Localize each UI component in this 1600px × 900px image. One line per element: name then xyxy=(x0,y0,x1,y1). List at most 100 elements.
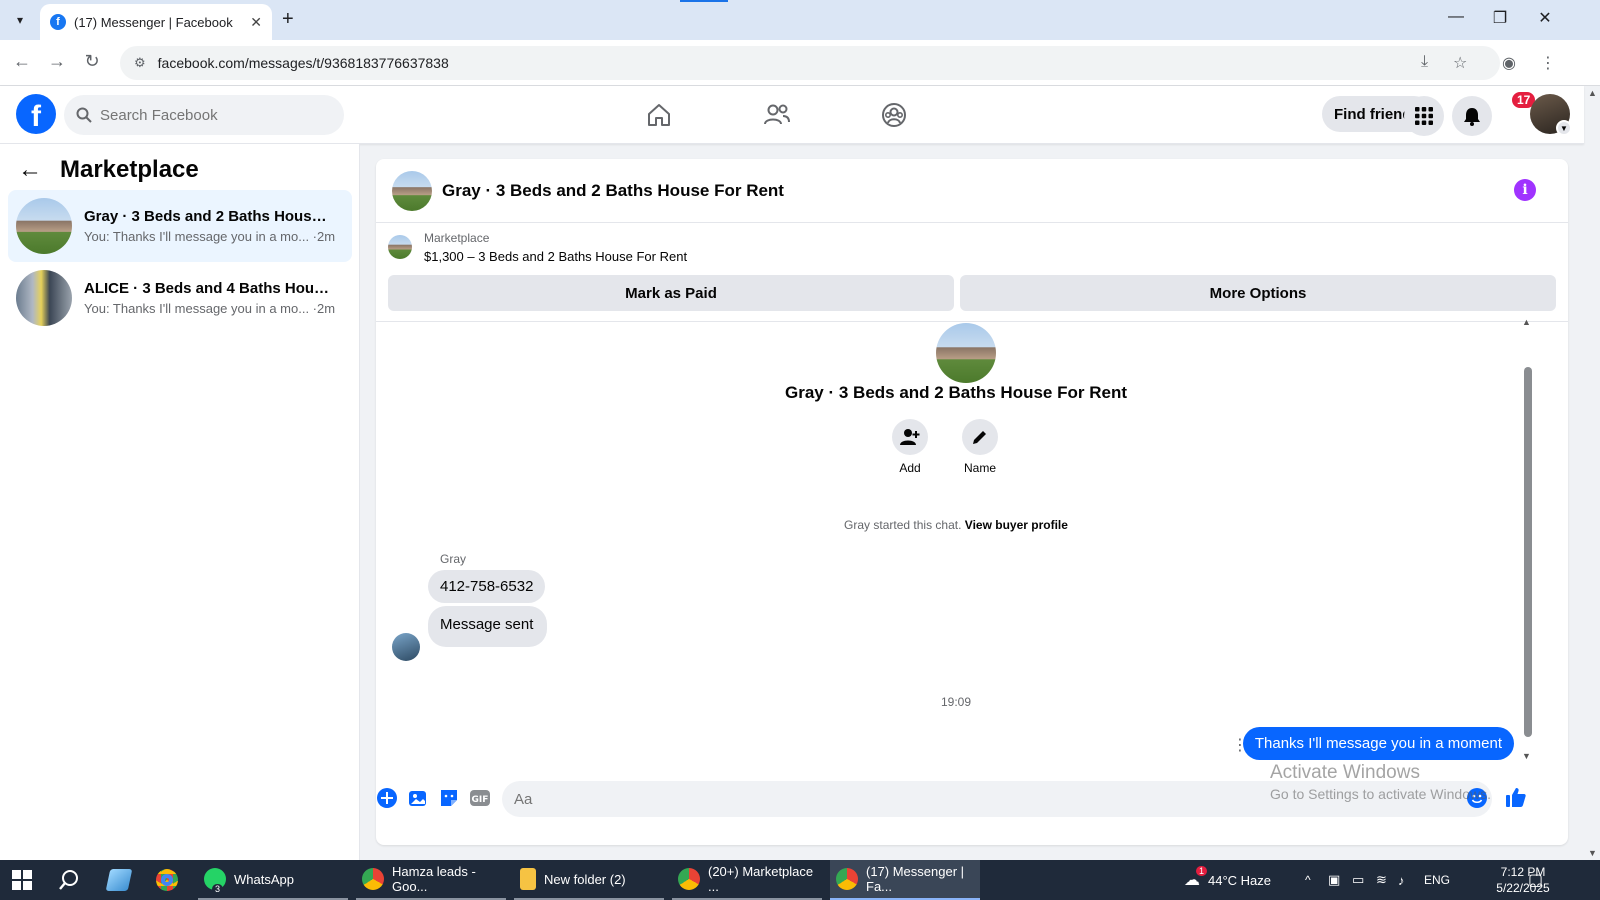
chat-title[interactable]: Gray · 3 Beds and 2 Baths House For Rent xyxy=(442,181,784,201)
notifications-bell-icon[interactable] xyxy=(1452,96,1492,136)
taskbar-clock[interactable]: 7:12 PM 5/22/2025 xyxy=(1478,864,1568,896)
minimize-icon[interactable]: — xyxy=(1444,8,1468,26)
gif-icon[interactable]: GIF xyxy=(469,787,491,809)
omnibox[interactable]: ⚙ facebook.com/messages/t/93681837766378… xyxy=(120,46,1500,80)
marketplace-listing-bar: Marketplace $1,300 – 3 Beds and 2 Baths … xyxy=(388,231,1556,317)
message-input[interactable] xyxy=(502,781,1492,817)
conversation-item[interactable]: Gray · 3 Beds and 2 Baths House F... You… xyxy=(8,190,352,262)
pencil-icon xyxy=(973,431,986,444)
taskbar-hamza-leads[interactable]: Hamza leads - Goo... xyxy=(356,860,506,900)
chrome-icon xyxy=(678,868,700,890)
profile-name: Gray · 3 Beds and 2 Baths House For Rent xyxy=(785,383,1127,402)
page-scroll-down-arrow-icon[interactable]: ▼ xyxy=(1588,848,1597,858)
sender-name: Gray xyxy=(440,552,467,566)
facebook-header: f Find friends 17 ▼ xyxy=(0,86,1584,144)
back-arrow-icon[interactable]: ← xyxy=(18,156,42,184)
mark-as-paid-button[interactable]: Mark as Paid xyxy=(388,275,954,311)
taskbar-marketplace[interactable]: (20+) Marketplace ... xyxy=(672,860,822,900)
meet-icon[interactable]: ▣ xyxy=(1328,860,1340,900)
taskbar-label: Hamza leads - Goo... xyxy=(392,864,476,894)
conversation-item[interactable]: ALICE · 3 Beds and 4 Baths House ... You… xyxy=(8,262,352,334)
groups-icon[interactable] xyxy=(879,100,909,130)
view-buyer-profile-link[interactable]: View buyer profile xyxy=(965,518,1068,532)
windows-start-icon[interactable] xyxy=(12,860,32,900)
search-icon[interactable] xyxy=(58,860,80,900)
restore-icon[interactable]: ❐ xyxy=(1488,8,1512,28)
site-settings-icon[interactable]: ⚙ xyxy=(134,55,146,71)
edit-name-button[interactable]: Name xyxy=(950,419,1010,475)
weather-widget[interactable]: ☁ 1 44°C Haze xyxy=(1184,860,1271,900)
chat-header: Gray · 3 Beds and 2 Baths House For Rent… xyxy=(376,159,1568,223)
sidebar-header: ← Marketplace xyxy=(18,156,199,184)
profile-icon[interactable]: ◉ xyxy=(1502,53,1516,73)
taskbar-new-folder[interactable]: New folder (2) xyxy=(514,860,664,900)
url-text[interactable]: facebook.com/messages/t/9368183776637838 xyxy=(158,55,449,71)
chrome-icon xyxy=(362,868,384,890)
page-scroll-up-arrow-icon[interactable]: ▲ xyxy=(1588,88,1597,98)
tab-close-icon[interactable]: ✕ xyxy=(250,14,262,31)
message-bubble-incoming[interactable]: Message sent xyxy=(428,606,548,647)
chat-scrollbar[interactable] xyxy=(1524,367,1532,737)
install-app-icon[interactable]: ⤓ xyxy=(1421,53,1428,71)
listing-price[interactable]: $1,300 – 3 Beds and 2 Baths House For Re… xyxy=(424,249,687,264)
chat-scroll-up-icon[interactable]: ▲ xyxy=(1522,317,1531,327)
listing-thumbnail xyxy=(16,198,72,254)
tab-search-chevron-icon[interactable]: ▾ xyxy=(8,8,32,32)
taskbar-whatsapp[interactable]: WhatsApp 3 xyxy=(198,860,348,900)
emoji-icon[interactable] xyxy=(1466,787,1488,809)
thumbs-up-icon[interactable] xyxy=(1505,786,1527,808)
clock-time: 7:12 PM xyxy=(1500,865,1546,879)
wifi-icon[interactable]: ≋ xyxy=(1376,860,1387,900)
clock-date: 5/22/2025 xyxy=(1496,881,1550,895)
back-arrow-icon[interactable]: ← xyxy=(10,51,34,72)
listing-thumbnail xyxy=(388,235,412,259)
facebook-logo-icon[interactable]: f xyxy=(16,94,56,134)
browser-menu-icon[interactable]: ⋮ xyxy=(1540,53,1556,73)
taskbar-label: WhatsApp xyxy=(234,871,294,887)
listing-label: Marketplace xyxy=(424,231,490,245)
chat-started-notice: Gray started this chat. View buyer profi… xyxy=(376,518,1536,532)
sender-avatar[interactable] xyxy=(392,633,420,661)
reload-icon[interactable]: ↻ xyxy=(80,51,104,72)
notification-center-icon[interactable]: ▢ xyxy=(1528,860,1543,900)
folder-icon xyxy=(520,868,536,890)
home-icon[interactable] xyxy=(644,100,674,130)
tab-title: (17) Messenger | Facebook xyxy=(74,14,233,30)
sticker-icon[interactable] xyxy=(438,787,460,809)
tray-chevron-up-icon[interactable]: ^ xyxy=(1305,860,1311,900)
chrome-icon xyxy=(836,868,858,890)
volume-icon[interactable]: ♪ xyxy=(1398,860,1405,900)
info-icon[interactable]: i xyxy=(1514,179,1536,201)
message-bubble-incoming[interactable]: 412-758-6532 xyxy=(428,570,546,603)
browser-address-bar: ← → ↻ ⚙ facebook.com/messages/t/93681837… xyxy=(0,40,1600,86)
window-close-icon[interactable]: ✕ xyxy=(1533,8,1557,28)
add-person-button[interactable]: Add xyxy=(880,419,940,475)
facebook-search[interactable] xyxy=(64,95,344,135)
forward-arrow-icon[interactable]: → xyxy=(45,51,69,72)
tab-drag-accent xyxy=(680,0,728,2)
language-indicator[interactable]: ENG xyxy=(1424,860,1450,900)
photo-icon[interactable] xyxy=(407,787,429,809)
conversation-name: Gray · 3 Beds and 2 Baths House F... xyxy=(84,208,334,225)
menu-grid-icon[interactable] xyxy=(1404,96,1444,136)
whatsapp-badge: 3 xyxy=(212,884,224,894)
message-bubble-outgoing[interactable]: Thanks I'll message you in a moment xyxy=(1242,727,1514,760)
bookmark-star-icon[interactable]: ☆ xyxy=(1453,53,1467,73)
more-options-button[interactable]: More Options xyxy=(960,275,1556,311)
account-chevron-down-icon[interactable]: ▼ xyxy=(1556,120,1572,136)
chat-header-thumbnail[interactable] xyxy=(392,170,432,211)
conversation-name: ALICE · 3 Beds and 4 Baths House ... xyxy=(84,280,334,297)
friends-icon[interactable] xyxy=(762,100,792,130)
windows-taskbar: WhatsApp 3 Hamza leads - Goo... New fold… xyxy=(0,860,1600,900)
browser-tab-messenger[interactable]: f (17) Messenger | Facebook ✕ xyxy=(40,4,272,40)
plus-circle-icon[interactable] xyxy=(376,787,398,809)
conversation-preview: You: Thanks I'll message you in a mo... … xyxy=(84,301,336,316)
new-tab-plus-icon[interactable]: + xyxy=(282,8,294,31)
search-input[interactable] xyxy=(100,106,320,124)
file-icon[interactable] xyxy=(105,860,138,900)
battery-icon[interactable]: ▭ xyxy=(1352,860,1364,900)
chrome-icon[interactable] xyxy=(156,860,186,900)
chat-scroll-down-icon[interactable]: ▼ xyxy=(1522,751,1531,761)
taskbar-messenger[interactable]: (17) Messenger | Fa... xyxy=(830,860,980,900)
weather-text: 44°C Haze xyxy=(1208,872,1272,888)
